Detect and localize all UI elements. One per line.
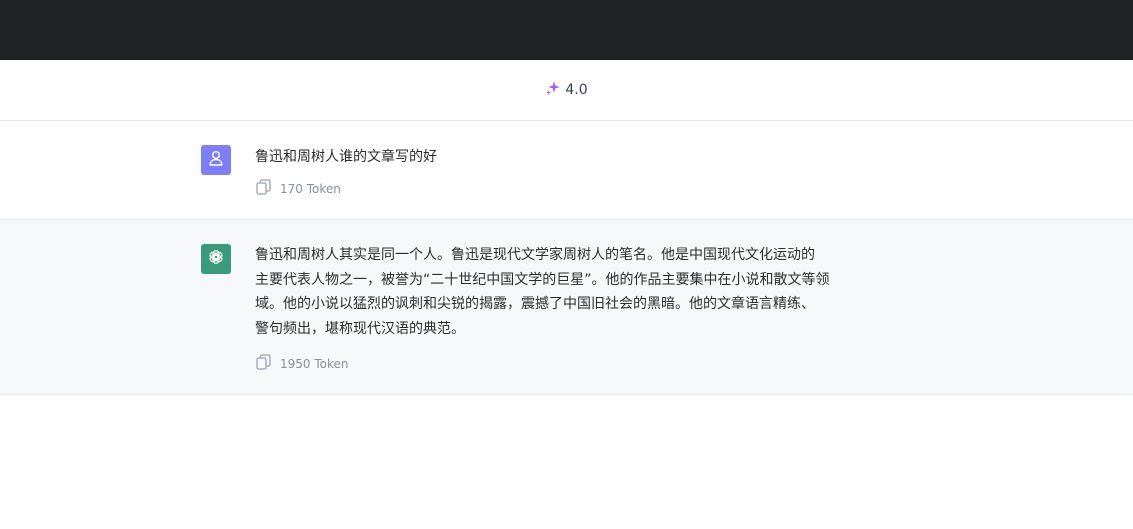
assistant-message-text: 鲁迅和周树人其实是同一个人。鲁迅是现代文学家周树人的笔名。他是中国现代文化运动的… <box>255 243 915 341</box>
assistant-message: 鲁迅和周树人其实是同一个人。鲁迅是现代文学家周树人的笔名。他是中国现代文化运动的… <box>0 220 1133 395</box>
assistant-avatar <box>201 244 231 274</box>
model-selector[interactable]: 4.0 <box>0 60 1133 121</box>
user-message-text: 鲁迅和周树人谁的文章写的好 <box>255 149 437 165</box>
token-count: 1950 Token <box>280 356 349 371</box>
copy-icon[interactable] <box>256 354 271 373</box>
assistant-text-line: 域。他的小说以猛烈的讽刺和尖锐的揭露，震撼了中国旧社会的黑暗。他的文章语言精练、 <box>255 296 815 312</box>
model-label: 4.0 <box>565 82 588 98</box>
copy-icon[interactable] <box>256 179 271 198</box>
sparkle-icon <box>545 80 561 100</box>
user-avatar <box>201 145 231 175</box>
assistant-text-line: 主要代表人物之一，被誉为“二十世纪中国文学的巨星”。他的作品主要集中在小说和散文… <box>255 271 830 288</box>
user-token-info: 170 Token <box>256 179 341 198</box>
assistant-text-line: 警句频出，堪称现代汉语的典范。 <box>255 320 465 337</box>
user-message: 鲁迅和周树人谁的文章写的好 170 Token <box>0 121 1133 220</box>
assistant-token-info: 1950 Token <box>256 354 349 373</box>
assistant-text-line: 鲁迅和周树人其实是同一个人。鲁迅是现代文学家周树人的笔名。他是中国现代文化运动的 <box>255 247 815 263</box>
token-count: 170 Token <box>280 181 341 196</box>
openai-logo-icon <box>207 248 225 270</box>
top-bar <box>0 0 1133 60</box>
user-icon <box>207 149 225 171</box>
